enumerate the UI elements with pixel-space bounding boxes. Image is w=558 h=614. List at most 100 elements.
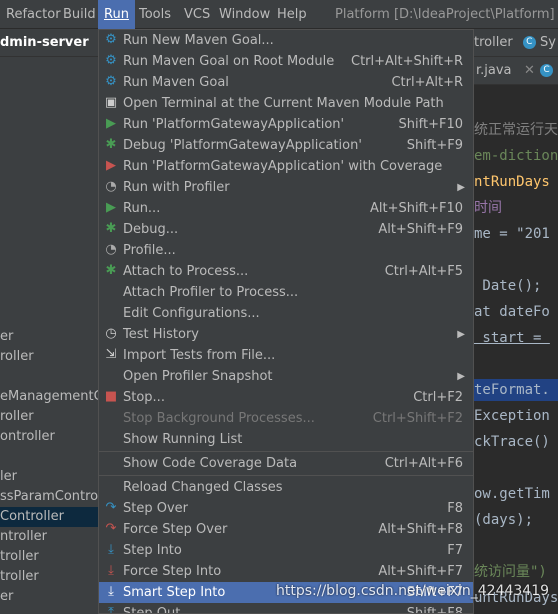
menu-item-label: Step Over xyxy=(123,501,188,516)
menu-help[interactable]: Help xyxy=(271,0,313,29)
menu-item-label: Stop Background Processes... xyxy=(123,411,315,426)
tab-close-icon[interactable]: ✕ xyxy=(524,57,535,85)
menu-item-show-coverage[interactable]: Show Code Coverage Data Ctrl+Alt+F6 xyxy=(99,453,473,474)
tree-item[interactable]: troller xyxy=(0,567,39,587)
menu-item-label: Open Terminal at the Current Maven Modul… xyxy=(123,96,444,111)
code-editor[interactable]: 统正常运行天 em-diction ntRunDays 时间 me = "201… xyxy=(474,85,558,614)
code-line-selected: teFormat. xyxy=(474,379,558,401)
menu-item-label: Import Tests from File... xyxy=(123,348,276,363)
menu-item-show-running-list[interactable]: Show Running List xyxy=(99,429,473,450)
menu-item-stop[interactable]: ■ Stop... Ctrl+F2 xyxy=(99,387,473,408)
stop-icon: ■ xyxy=(104,389,118,404)
menu-item-label: Edit Configurations... xyxy=(123,306,260,321)
menu-vcs[interactable]: VCS xyxy=(178,0,216,29)
window-title: Platform [D:\IdeaProject\Platform] - xyxy=(335,7,558,22)
code-line: (days); xyxy=(474,512,534,528)
menu-item-debug-app[interactable]: ✱ Debug 'PlatformGatewayApplication' Shi… xyxy=(99,135,473,156)
shortcut-label: Ctrl+F2 xyxy=(413,390,463,405)
run-menu: ⚙ Run New Maven Goal... ⚙ Run Maven Goal… xyxy=(98,29,474,614)
run-icon: ▶ xyxy=(106,200,116,215)
tree-item[interactable]: eManagementCo xyxy=(0,387,98,407)
submenu-arrow-icon: ▶ xyxy=(457,182,465,193)
tree-item[interactable]: ontroller xyxy=(0,427,55,447)
menu-item-force-step-into[interactable]: ⤓ Force Step Into Alt+Shift+F7 xyxy=(99,561,473,582)
menu-item-debug[interactable]: ✱ Debug... Alt+Shift+F9 xyxy=(99,219,473,240)
force-step-over-icon: ↷ xyxy=(105,521,117,536)
tree-item[interactable]: roller xyxy=(0,347,34,367)
menu-item-label: Stop... xyxy=(123,390,165,405)
code-line: me = "201 xyxy=(474,226,550,242)
menu-item-label: Reload Changed Classes xyxy=(123,480,283,495)
menu-item-edit-configurations[interactable]: Edit Configurations... xyxy=(99,303,473,324)
menu-item-profile[interactable]: ◔ Profile... xyxy=(99,240,473,261)
tab-next[interactable]: C xyxy=(540,57,553,85)
menu-item-label: Smart Step Into xyxy=(123,585,226,600)
code-line: ckTrace() xyxy=(474,434,550,450)
menu-item-open-terminal[interactable]: ▣ Open Terminal at the Current Maven Mod… xyxy=(99,93,473,114)
menu-item-step-out[interactable]: ⤒ Step Out Shift+F8 xyxy=(99,603,473,614)
code-line: 时间 xyxy=(474,200,502,216)
code-line: at dateFo xyxy=(474,304,550,320)
gear-icon: ⚙ xyxy=(105,32,117,47)
menu-item-label: Run with Profiler xyxy=(123,180,230,195)
shortcut-label: Alt+Shift+F9 xyxy=(378,222,463,237)
menu-window[interactable]: Window xyxy=(213,0,276,29)
profiler-icon: ◔ xyxy=(105,179,117,194)
menu-item-reload-classes[interactable]: Reload Changed Classes xyxy=(99,477,473,498)
tree-item[interactable]: ssParamControlle xyxy=(0,487,98,507)
tree-item-selected[interactable]: Controller xyxy=(0,507,98,527)
step-into-icon: ⤓ xyxy=(108,542,114,557)
tree-item[interactable]: er xyxy=(0,327,13,347)
menu-item-run-app[interactable]: ▶ Run 'PlatformGatewayApplication' Shift… xyxy=(99,114,473,135)
menu-item-label: Attach Profiler to Process... xyxy=(123,285,299,300)
breadcrumb-class-tail: Sy xyxy=(539,35,556,50)
menu-item-label: Run New Maven Goal... xyxy=(123,33,274,48)
shortcut-label: Ctrl+Shift+F2 xyxy=(372,411,463,426)
tree-item[interactable]: ler xyxy=(0,467,17,487)
menu-item-label: Attach to Process... xyxy=(123,264,249,279)
menu-item-force-step-over[interactable]: ↷ Force Step Over Alt+Shift+F8 xyxy=(99,519,473,540)
tree-item[interactable]: er xyxy=(0,587,13,607)
attach-icon: ✱ xyxy=(105,263,117,278)
breadcrumb-class[interactable]: troller C Sy xyxy=(474,29,556,57)
menu-item-run-maven-goal-root[interactable]: ⚙ Run Maven Goal on Root Module Ctrl+Alt… xyxy=(99,51,473,72)
menu-item-open-profiler-snapshot[interactable]: Open Profiler Snapshot ▶ xyxy=(99,366,473,387)
menu-item-run-with-profiler[interactable]: ◔ Run with Profiler ▶ xyxy=(99,177,473,198)
tree-item[interactable]: ntroller xyxy=(0,527,47,547)
menu-item-label: Run Maven Goal on Root Module xyxy=(123,54,335,69)
menu-item-label: Force Step Into xyxy=(123,564,222,579)
menu-item-label: Step Out xyxy=(123,606,181,614)
menu-item-step-over[interactable]: ↷ Step Over F8 xyxy=(99,498,473,519)
submenu-arrow-icon: ▶ xyxy=(457,329,465,340)
menu-item-label: Show Running List xyxy=(123,432,243,447)
step-out-icon: ⤒ xyxy=(108,605,114,614)
menu-item-label: Debug... xyxy=(123,222,179,237)
menu-item-label: Test History xyxy=(123,327,199,342)
editor-tabs: r.java ✕ C xyxy=(474,57,558,85)
menu-item-attach-to-process[interactable]: ✱ Attach to Process... Ctrl+Alt+F5 xyxy=(99,261,473,282)
menu-item-label: Run... xyxy=(123,201,161,216)
shortcut-label: Ctrl+Alt+F5 xyxy=(384,264,463,279)
menu-item-import-tests[interactable]: ⇲ Import Tests from File... xyxy=(99,345,473,366)
tab-java-file[interactable]: r.java xyxy=(476,57,512,85)
menu-item-run[interactable]: ▶ Run... Alt+Shift+F10 xyxy=(99,198,473,219)
menu-item-step-into[interactable]: ⤓ Step Into F7 xyxy=(99,540,473,561)
gear-icon: ⚙ xyxy=(105,74,117,89)
menu-item-run-maven-goal[interactable]: ⚙ Run Maven Goal Ctrl+Alt+R xyxy=(99,72,473,93)
menu-tools[interactable]: Tools xyxy=(133,0,177,29)
code-line: start = xyxy=(474,330,550,346)
menu-build[interactable]: Build xyxy=(57,0,102,29)
menu-item-test-history[interactable]: ◷ Test History ▶ xyxy=(99,324,473,345)
menu-item-run-new-maven-goal[interactable]: ⚙ Run New Maven Goal... xyxy=(99,30,473,51)
menu-item-attach-profiler[interactable]: Attach Profiler to Process... xyxy=(99,282,473,303)
menu-separator xyxy=(99,451,473,452)
smart-step-into-icon: ⤓ xyxy=(108,584,114,599)
menu-run[interactable]: Run xyxy=(98,0,135,29)
menu-item-label: Show Code Coverage Data xyxy=(123,456,298,471)
debug-icon: ✱ xyxy=(105,137,117,152)
menu-item-run-with-coverage[interactable]: ▶ Run 'PlatformGatewayApplication' with … xyxy=(99,156,473,177)
tree-item[interactable]: troller xyxy=(0,547,39,567)
tree-item[interactable]: roller xyxy=(0,407,34,427)
code-line: ntRunDays xyxy=(474,174,550,190)
breadcrumb-module[interactable]: dmin-server xyxy=(0,29,89,57)
